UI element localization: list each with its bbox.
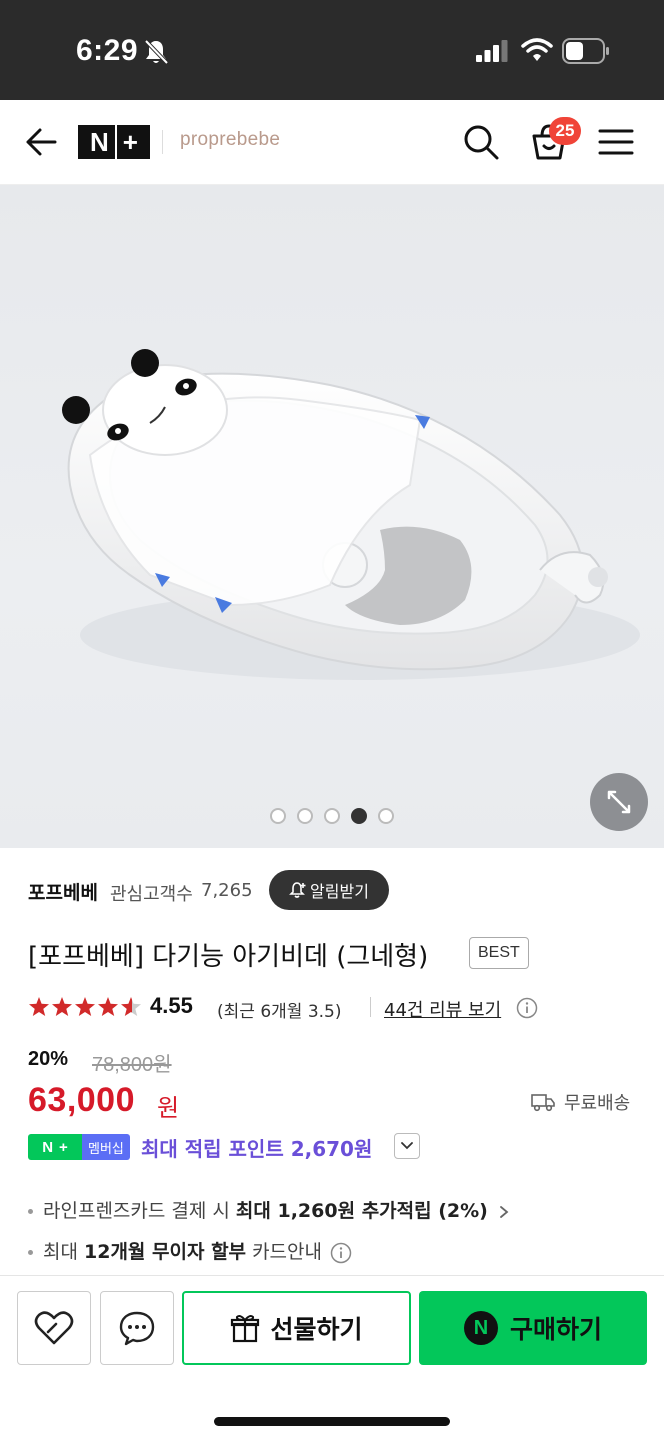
battery-icon: [562, 38, 609, 64]
chat-bubble-icon: [119, 1311, 155, 1346]
alarm-button[interactable]: 알림받기: [269, 870, 389, 910]
image-carousel-dots: [270, 808, 394, 824]
sale-price: 63,000: [28, 1081, 135, 1119]
truck-icon: [531, 1094, 555, 1112]
naver-plus-logo[interactable]: N +: [78, 125, 150, 159]
wifi-icon: [521, 38, 553, 61]
expand-image-button[interactable]: [590, 773, 648, 831]
baby-bidet-illustration: [62, 349, 640, 680]
product-title: [포프베베] 다기능 아기비데 (그네형): [28, 942, 429, 972]
gift-label: 선물하기: [270, 1315, 363, 1344]
back-arrow-icon[interactable]: [24, 124, 58, 160]
signal-icon: [476, 40, 508, 62]
store-name[interactable]: 포프베베: [28, 878, 98, 905]
max-points-text[interactable]: 최대 적립 포인트 2,670원: [141, 1133, 372, 1162]
shipping-label: 무료배송: [564, 1093, 631, 1114]
home-indicator: [214, 1417, 450, 1426]
card-benefit-line[interactable]: 라인프렌즈카드 결제 시 최대 1,260원 추가적립 (2%): [28, 1196, 510, 1223]
info-icon[interactable]: [516, 997, 538, 1019]
chevron-down-icon: [401, 1142, 413, 1150]
talk-talk-button[interactable]: [100, 1291, 174, 1365]
bell-plus-icon: [289, 882, 306, 898]
expand-icon: [607, 790, 631, 814]
bell-off-icon: [144, 39, 169, 65]
discount-rate: 20%: [28, 1048, 69, 1070]
buy-button[interactable]: N 구매하기: [419, 1291, 647, 1365]
original-price: 78,800원: [92, 1054, 172, 1076]
info-icon[interactable]: [330, 1242, 352, 1264]
status-time: 6:29: [76, 34, 139, 67]
gift-button[interactable]: 선물하기: [182, 1291, 411, 1365]
membership-label: 멤버십: [82, 1134, 130, 1160]
points-expand-button[interactable]: [394, 1133, 420, 1159]
product-image[interactable]: [0, 185, 664, 848]
rating-recent: (최근 6개월 3.5): [217, 1002, 342, 1022]
best-badge: BEST: [469, 937, 529, 969]
carousel-dot[interactable]: [270, 808, 286, 824]
cart-count-badge: 25: [549, 117, 581, 145]
brand-logo[interactable]: proprebebe: [180, 129, 280, 151]
search-icon[interactable]: [462, 123, 500, 161]
installment-line[interactable]: 최대 12개월 무이자 할부 카드안내: [28, 1237, 352, 1264]
naver-pay-icon: N: [463, 1311, 498, 1345]
carousel-dot[interactable]: [324, 808, 340, 824]
followers-label: 관심고객수: [110, 884, 193, 905]
logo-divider: [162, 130, 163, 154]
naver-plus-badge: N +: [28, 1134, 82, 1160]
rating-value: 4.55: [150, 993, 193, 1018]
carousel-dot[interactable]: [378, 808, 394, 824]
gift-icon: [231, 1315, 260, 1343]
menu-icon[interactable]: [598, 127, 634, 157]
review-link[interactable]: 44건 리뷰 보기: [384, 996, 501, 1022]
carousel-dot-active[interactable]: [351, 808, 367, 824]
followers-count: 7,265: [201, 880, 253, 901]
alarm-label: 알림받기: [310, 882, 369, 901]
membership-badge: N + 멤버십: [28, 1134, 130, 1160]
heart-icon: [34, 1311, 74, 1345]
carousel-dot[interactable]: [297, 808, 313, 824]
price-unit: 원: [157, 1094, 180, 1122]
chevron-right-icon: [500, 1205, 509, 1218]
rating-stars: [29, 997, 141, 1016]
wishlist-button[interactable]: [17, 1291, 91, 1365]
rating-divider: [370, 997, 371, 1017]
buy-label: 구매하기: [509, 1315, 602, 1344]
status-bar: 6:29: [0, 0, 664, 100]
